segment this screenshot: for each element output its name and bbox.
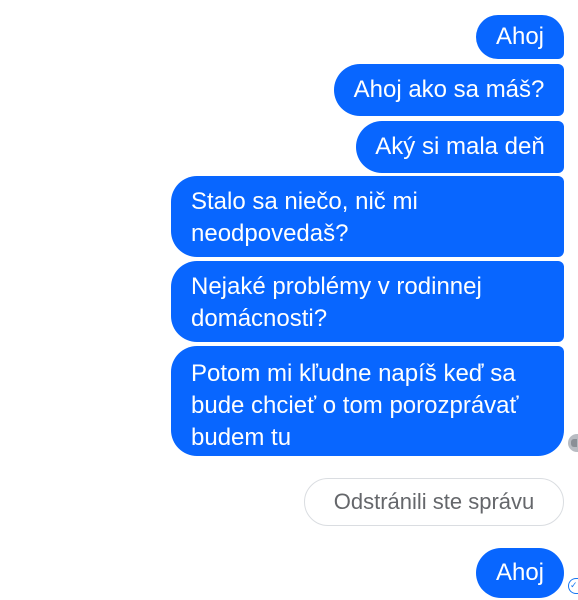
message-bubble[interactable]: Ahoj ako sa máš?: [334, 64, 564, 116]
message-bubble[interactable]: Potom mi kľudne napíš keď sa bude chcieť…: [171, 346, 564, 456]
message-bubble[interactable]: Aký si mala deň: [356, 121, 564, 173]
message-bubble[interactable]: Ahoj: [476, 15, 564, 59]
message-bubble[interactable]: Nejaké problémy v rodinnej domácnosti?: [171, 261, 564, 342]
removed-message-notice[interactable]: Odstránili ste správu: [304, 478, 564, 526]
message-bubble[interactable]: Stalo sa niečo, nič mi neodpovedaš?: [171, 176, 564, 257]
delivered-check-icon: ✓: [568, 578, 578, 594]
chat-thread: Ahoj Ahoj ako sa máš? Aký si mala deň St…: [0, 0, 578, 600]
message-bubble[interactable]: Ahoj: [476, 548, 564, 598]
avatar-seen-icon: [568, 434, 578, 452]
